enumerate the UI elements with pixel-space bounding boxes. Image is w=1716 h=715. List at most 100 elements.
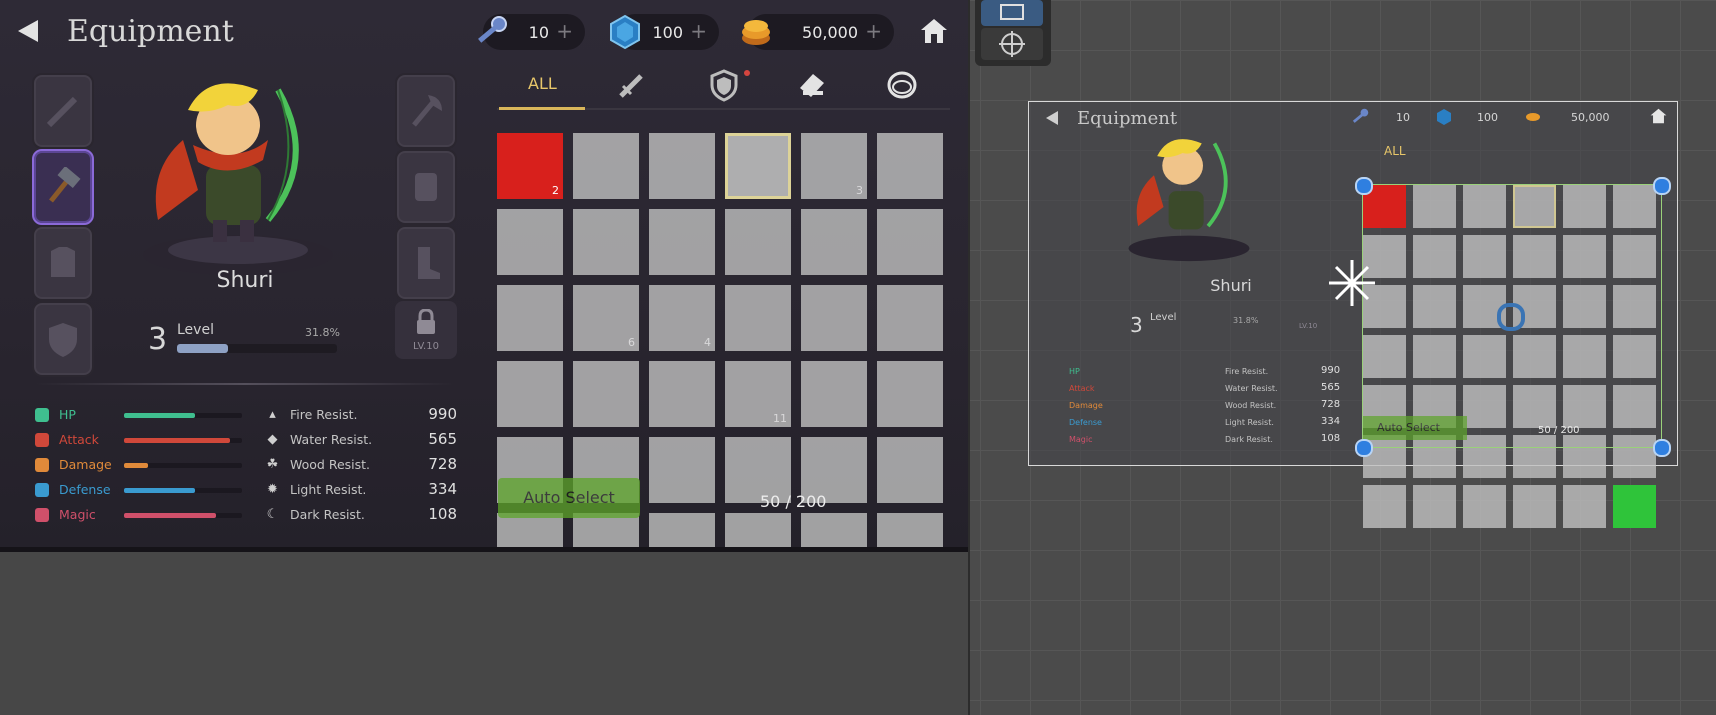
stat-magic-icon [35,508,49,522]
mini-resist-value: 990 [1321,365,1341,376]
inventory-slot[interactable] [877,285,943,351]
sword-icon [46,96,78,128]
resist-value: 565 [428,430,457,448]
back-arrow-icon[interactable] [18,20,38,42]
boots-slot[interactable] [395,225,457,301]
resize-handle-bottom-right[interactable] [1653,439,1671,457]
inventory-slot[interactable] [649,513,715,552]
resist-row: ☾ Dark Resist. 108 [265,505,457,525]
tab-sword-icon[interactable] [615,68,649,102]
inventory-slot[interactable] [573,209,639,275]
inventory-slot[interactable] [725,133,791,199]
inventory-slot[interactable] [649,437,715,503]
item-count-badge: 6 [628,336,635,349]
armor-icon [51,247,75,277]
mini-resist-name: Water Resist. [1225,384,1278,393]
inventory-slot[interactable]: 6 [573,285,639,351]
mini-lock-label: LV.10 [1299,322,1318,330]
inventory-slot[interactable] [497,513,563,552]
resist-icon: ✹ [267,482,278,497]
resist-row: ☘ Wood Resist. 728 [265,455,457,475]
mini-resist-value: 334 [1321,416,1341,427]
home-icon[interactable] [920,18,948,44]
inventory-slot[interactable] [877,133,943,199]
inventory-slot[interactable] [801,209,867,275]
mini-gold-icon [1526,113,1540,121]
auto-select-button[interactable]: Auto Select [498,478,640,518]
mini-level-label: Level [1150,312,1177,323]
stat-name: Damage [59,457,112,472]
inventory-slot[interactable] [725,209,791,275]
inventory-slot[interactable] [649,133,715,199]
inventory-slot[interactable] [801,513,867,552]
inventory-slot[interactable]: 2 [497,133,563,199]
weapon-slot[interactable] [32,73,94,149]
gems-value: 100 [652,23,683,42]
tab-gem-icon[interactable] [795,68,829,102]
glove-slot[interactable] [395,149,457,225]
shield-slot[interactable] [32,301,94,377]
inventory-slot[interactable] [649,209,715,275]
move-tool-button[interactable] [981,28,1043,60]
mini-stat-name: HP [1069,367,1080,376]
inventory-slot[interactable] [573,133,639,199]
armor-slot[interactable] [32,225,94,301]
inventory-slot[interactable] [573,361,639,427]
gold-plus-button[interactable]: + [865,19,882,43]
anchor-ring-icon[interactable] [1497,303,1525,331]
inventory-slot[interactable] [877,437,943,503]
inventory-slot[interactable]: 11 [725,361,791,427]
inventory-slot[interactable] [877,513,943,552]
inventory-slot[interactable] [649,361,715,427]
stat-row-attack: Attack [35,430,245,450]
stat-bar [124,438,242,443]
hammer-slot[interactable] [32,149,94,225]
inventory-slot[interactable] [801,285,867,351]
resist-name: Fire Resist. [290,407,358,422]
axe-icon [412,95,442,127]
inventory-slot[interactable] [877,209,943,275]
pivot-icon[interactable] [1327,258,1377,308]
inventory-slot[interactable] [725,285,791,351]
equipment-screen: Equipment 10 + 100 + 50,000 + Shuri 3 Le… [0,0,969,552]
item-count-badge: 2 [552,184,559,197]
tab-ring-icon[interactable] [885,68,919,102]
inventory-slot[interactable] [497,285,563,351]
resize-handle-top-left[interactable] [1355,177,1373,195]
inventory-slot[interactable] [497,361,563,427]
page-title: Equipment [67,14,234,49]
resize-handle-top-right[interactable] [1653,177,1671,195]
axe-slot[interactable] [395,73,457,149]
stat-row-magic: Magic [35,505,245,525]
item-count-badge: 4 [704,336,711,349]
inventory-slot[interactable] [497,209,563,275]
hero-level-progress-bar [177,344,337,353]
tab-all[interactable]: ALL [528,74,557,93]
resist-icon: ▴ [269,407,276,422]
tab-shield-icon[interactable] [707,68,741,102]
inventory-slot[interactable]: 4 [649,285,715,351]
gems-plus-button[interactable]: + [690,19,707,43]
resist-name: Dark Resist. [290,507,365,522]
game-view-empty-area [0,552,969,715]
inventory-slot[interactable] [573,513,639,552]
mini-home-icon [1650,108,1667,124]
inventory-slot[interactable] [801,361,867,427]
stat-bar [124,513,242,518]
mini-inventory-slot [1413,485,1456,528]
keys-plus-button[interactable]: + [556,19,573,43]
keys-counter: 10 + [478,14,585,50]
mini-back-arrow-icon [1046,111,1058,125]
mini-inventory-slot [1463,485,1506,528]
rect-tool-button[interactable] [981,0,1043,26]
mini-stat-name: Magic [1069,435,1093,444]
inventory-slot[interactable] [877,361,943,427]
inventory-slot[interactable] [725,513,791,552]
inventory-slot[interactable]: 3 [801,133,867,199]
item-count: 50 / 200 [760,492,827,511]
resize-handle-bottom-left[interactable] [1355,439,1373,457]
gold-value: 50,000 [802,23,858,42]
locked-slot[interactable]: LV.10 [395,301,457,359]
mini-resist-value: 565 [1321,382,1341,393]
game-view: Equipment 10 + 100 + 50,000 + Shuri 3 Le… [0,0,969,715]
